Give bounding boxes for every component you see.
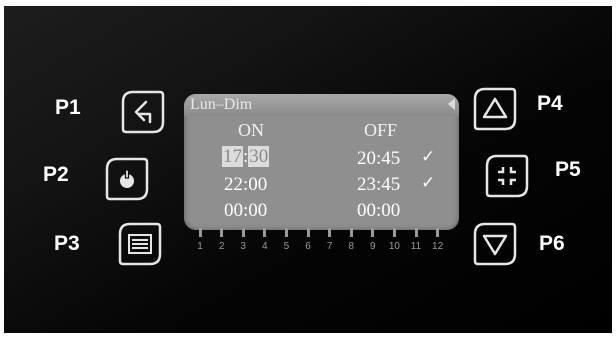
select-corners-icon xyxy=(485,154,529,198)
down-button[interactable] xyxy=(472,221,518,267)
timeline-hour-label: 1 xyxy=(197,241,203,252)
back-arrow-icon xyxy=(121,90,165,134)
back-button[interactable] xyxy=(120,89,166,135)
power-icon xyxy=(105,157,149,201)
timeline-tick xyxy=(198,228,202,237)
timeline-tick xyxy=(263,228,267,237)
timeline-tick xyxy=(371,228,375,237)
label-p1: P1 xyxy=(55,96,81,119)
up-button[interactable] xyxy=(472,86,518,132)
timeline-hour-label: 7 xyxy=(326,241,333,252)
label-p2: P2 xyxy=(43,163,69,186)
timeline-hour-label: 10 xyxy=(388,241,400,252)
screen-title: Lun–Dim xyxy=(190,96,253,113)
row-3-on-time[interactable]: 00:00 xyxy=(224,200,267,222)
scroll-arrow-icon xyxy=(448,98,455,110)
power-button[interactable] xyxy=(104,156,150,202)
timeline-tick xyxy=(306,228,310,237)
column-header-on: ON xyxy=(238,120,264,140)
timeline-tick xyxy=(284,228,288,237)
timeline-hour-label: 2 xyxy=(218,241,225,252)
timeline-hour-label: 5 xyxy=(283,241,290,252)
timeline-tick xyxy=(436,228,440,237)
row-1-off-time[interactable]: 20:45 xyxy=(357,148,400,170)
timeline-hour-label: 9 xyxy=(370,241,376,252)
row-2-off-time[interactable]: 23:45 xyxy=(357,174,400,196)
row-1-on-time[interactable]: 17:30 xyxy=(222,146,270,168)
timeline-tick xyxy=(392,228,396,237)
timeline-hour-label: 8 xyxy=(348,241,354,252)
menu-button[interactable] xyxy=(117,221,163,267)
up-arrow-icon xyxy=(473,87,517,131)
row-1-enabled-check: ✓ xyxy=(421,147,436,167)
row-1-on-minute[interactable]: 30 xyxy=(248,146,270,167)
timeline-tick xyxy=(241,228,245,237)
timeline-hour-label: 3 xyxy=(240,241,246,252)
row-2-on-time[interactable]: 22:00 xyxy=(224,174,267,196)
timeline-tick xyxy=(220,228,224,237)
row-2-enabled-check: ✓ xyxy=(421,173,436,193)
menu-list-icon xyxy=(118,222,162,266)
hour-timeline: 1 2 3 4 5 6 7 8 9 10 11 12 xyxy=(192,228,454,258)
display-screen: Lun–Dim ON OFF 17:30 20:45 ✓ 22:00 23:45… xyxy=(184,94,459,230)
timeline-tick xyxy=(414,228,418,237)
label-p6: P6 xyxy=(539,232,565,255)
control-panel: P1 P2 P3 P4 P5 P6 Lun–Dim ON OFF 17:30 2… xyxy=(4,6,612,333)
label-p3: P3 xyxy=(54,232,80,255)
down-arrow-icon xyxy=(473,222,517,266)
timeline-hour-label: 4 xyxy=(262,241,268,252)
timeline-hour-label: 12 xyxy=(432,241,444,252)
row-1-on-hour[interactable]: 17 xyxy=(222,146,243,167)
label-p5: P5 xyxy=(555,158,581,181)
timeline-hour-label: 11 xyxy=(410,241,422,252)
label-p4: P4 xyxy=(537,92,563,115)
row-3-off-time[interactable]: 00:00 xyxy=(357,200,400,222)
screen-title-bar: Lun–Dim xyxy=(184,94,459,116)
column-header-off: OFF xyxy=(364,120,398,140)
timeline-tick xyxy=(349,228,353,237)
select-button[interactable] xyxy=(484,153,530,199)
timeline-tick xyxy=(328,228,332,237)
timeline-hour-label: 6 xyxy=(305,241,311,252)
